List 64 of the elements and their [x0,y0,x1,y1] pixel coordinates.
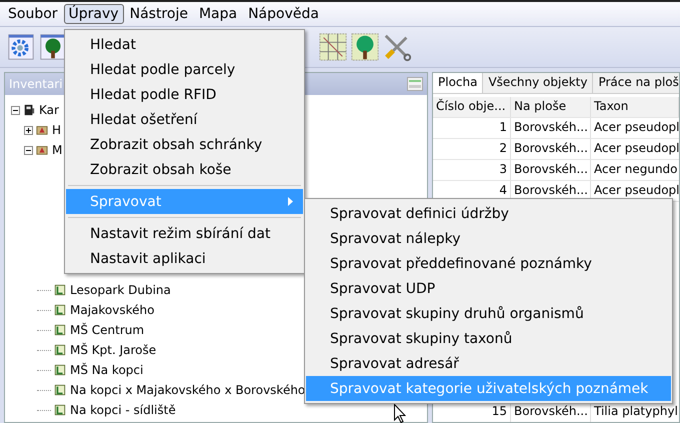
plot-map-icon [54,324,66,336]
tree-item[interactable]: Kar [39,103,59,117]
table-cell: Acer pseudopl [591,139,679,159]
table-cell: Acer negundo [591,160,679,180]
tools-icon[interactable] [382,32,412,62]
menu-item[interactable]: Nástroje [124,4,193,24]
collapse-toggle[interactable] [11,106,20,114]
plot-map-icon [54,384,66,396]
menu-item[interactable]: Spravovat adresář [306,351,671,376]
plot-map-icon [54,304,66,316]
map-area-icon [36,144,48,156]
tree-item[interactable]: Na kopci x Majakovského x Borovského [70,383,306,397]
column-header[interactable]: Na ploše [511,97,591,117]
menu-item[interactable]: Spravovat nálepky [306,226,671,251]
plot-map-icon [54,404,66,416]
collapse-toggle[interactable] [24,146,33,154]
table-cell: Borovskéh... [511,160,591,180]
column-header[interactable]: Číslo obje... [433,97,511,117]
menu-item[interactable]: Hledat podle RFID [66,82,303,107]
plot-map-icon [54,364,66,376]
menu-item[interactable]: Spravovat definici údržby [306,201,671,226]
menu-item[interactable]: Hledat [66,32,303,57]
tree-item[interactable]: Na kopci - sídliště [70,403,176,417]
menu-item[interactable]: Hledat ošetření [66,107,303,132]
menu-item[interactable]: Nápověda [243,4,324,24]
tab[interactable]: Plocha [433,73,484,93]
menu-item[interactable]: Spravovat UDP [306,276,671,301]
tree-item[interactable]: MŠ Kpt. Jaroše [70,343,156,357]
table-cell: Borovskéh... [511,118,591,138]
menu-item[interactable]: Mapa [194,4,242,24]
gear-document-icon[interactable] [6,32,36,62]
column-header[interactable]: Taxon [591,97,679,117]
table-cell: 2 [433,139,511,159]
menu-item[interactable]: Nastavit režim sbírání dat [66,221,303,246]
map-area-icon [36,124,48,136]
menu-item[interactable]: Spravovat skupiny druhů organismů [306,301,671,326]
menu-item[interactable]: Zobrazit obsah koše [66,157,303,182]
table-cell: 1 [433,118,511,138]
tree-item[interactable]: H [52,123,62,137]
tree-item[interactable]: MŠ Na kopci [70,363,144,377]
table-cell: Acer pseudopl [591,118,679,138]
tree-item[interactable]: MŠ Centrum [70,323,144,337]
menu-item[interactable]: Soubor [3,4,63,24]
menu-item[interactable]: Hledat podle parcely [66,57,303,82]
tab[interactable]: Práce na ploš [593,73,679,93]
table-cell: Borovskéh... [511,139,591,159]
menu-item[interactable]: Úpravy [64,4,124,24]
expand-toggle[interactable] [24,126,33,134]
panel-title: Inventari [9,77,63,91]
plot-map-icon [54,344,66,356]
menu-item[interactable]: Zobrazit obsah schránky [66,132,303,157]
tree-item[interactable]: Lesopark Dubina [70,283,171,297]
submenu-arrow-icon [288,197,293,206]
tree-item[interactable]: M [52,143,62,157]
grid-map-icon[interactable] [318,32,348,62]
menu-item[interactable]: Spravovat skupiny taxonů [306,326,671,351]
menu-item[interactable]: Spravovat předdefinované poznámky [306,251,671,276]
plot-map-icon [54,284,66,296]
menu-item[interactable]: Nastavit aplikaci [66,246,303,271]
tree-item[interactable]: Majakovského [70,303,154,317]
tab[interactable]: Všechny objekty [483,73,594,93]
device-icon [23,104,35,116]
tree-map-icon[interactable] [350,32,380,62]
table-cell: 3 [433,160,511,180]
